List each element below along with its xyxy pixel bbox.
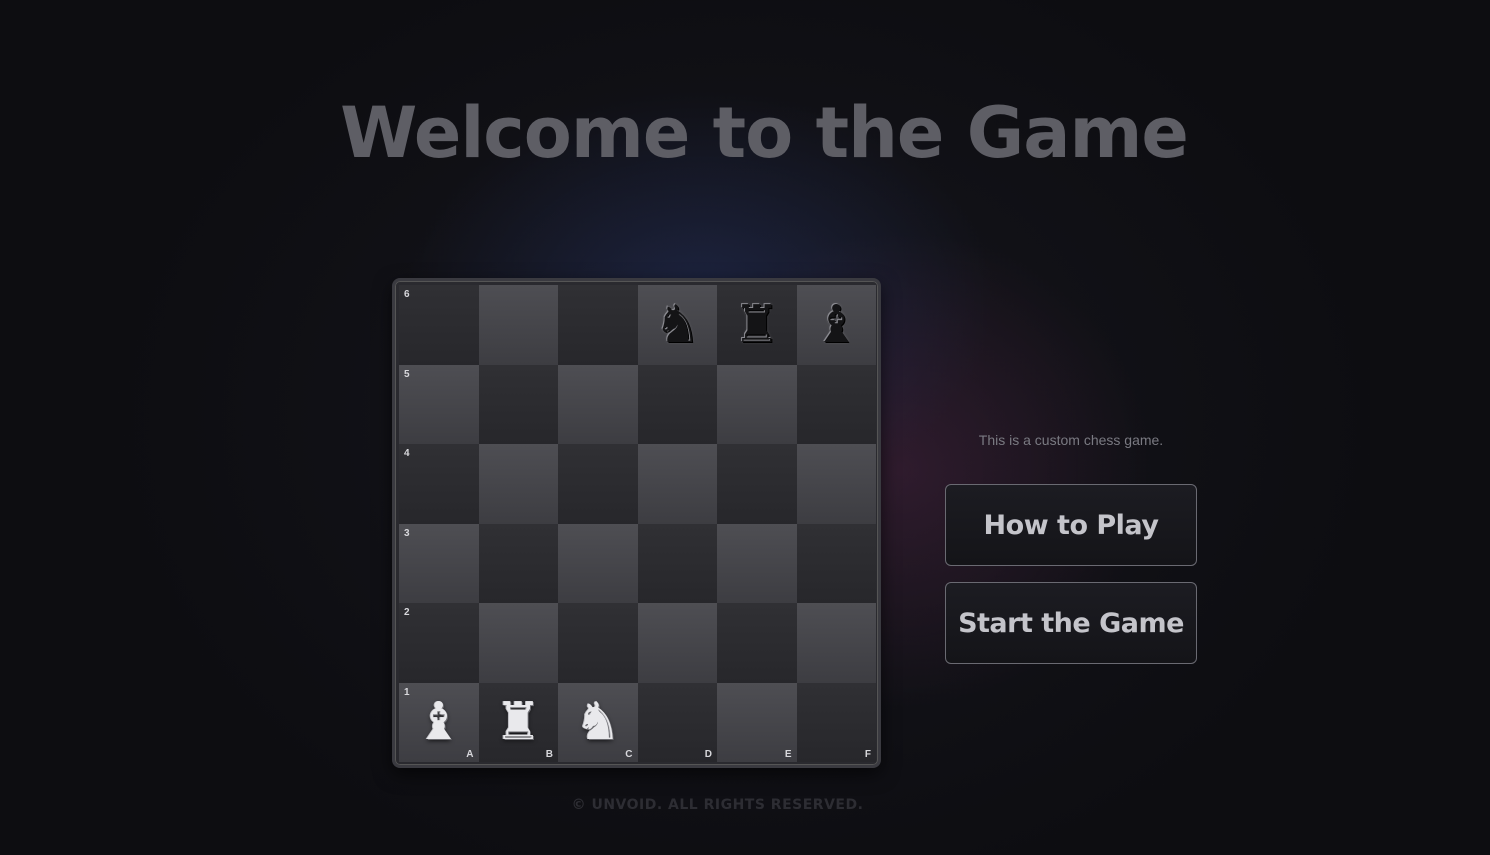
file-label: C xyxy=(625,749,633,760)
page-title: Welcome to the Game xyxy=(340,92,1189,174)
square-c6[interactable] xyxy=(558,285,638,365)
rank-label: 6 xyxy=(404,289,410,300)
square-b6[interactable] xyxy=(478,285,558,365)
square-e1[interactable]: E xyxy=(717,682,797,762)
square-d6[interactable]: ♞ xyxy=(637,285,717,365)
square-d5[interactable] xyxy=(637,364,717,444)
square-e3[interactable] xyxy=(717,523,797,603)
square-d3[interactable] xyxy=(637,523,717,603)
rank-label: 4 xyxy=(404,448,410,459)
file-label: B xyxy=(545,749,553,760)
start-game-button[interactable]: Start the Game xyxy=(945,582,1197,664)
footer-copyright: © UNVOID. ALL RIGHTS RESERVED. xyxy=(571,797,864,813)
square-e6[interactable]: ♜ xyxy=(717,285,797,365)
square-b4[interactable] xyxy=(478,444,558,524)
square-a1[interactable]: 1 A ♝ xyxy=(399,682,479,762)
square-d4[interactable] xyxy=(637,444,717,524)
rank-label: 2 xyxy=(404,607,410,618)
black-knight-icon[interactable]: ♞ xyxy=(654,299,701,351)
square-f2[interactable] xyxy=(796,603,876,683)
square-f3[interactable] xyxy=(796,523,876,603)
square-d1[interactable]: D xyxy=(637,682,717,762)
square-e2[interactable] xyxy=(717,603,797,683)
square-c4[interactable] xyxy=(558,444,638,524)
square-c1[interactable]: C ♞ xyxy=(558,682,638,762)
tagline: This is a custom chess game. xyxy=(978,432,1164,448)
black-rook-icon[interactable]: ♜ xyxy=(733,299,780,351)
rank-label: 5 xyxy=(404,368,410,380)
square-a2[interactable]: 2 xyxy=(399,603,479,683)
chess-board[interactable]: 6 ♞ ♜ ♝ 5 4 3 2 1 A ♝ B ♜ C ♞ D E F xyxy=(399,285,876,762)
square-c5[interactable] xyxy=(558,364,638,444)
square-b3[interactable] xyxy=(478,523,558,603)
square-b1[interactable]: B ♜ xyxy=(478,682,558,762)
white-rook-icon[interactable]: ♜ xyxy=(495,696,542,748)
chess-board-frame: 6 ♞ ♜ ♝ 5 4 3 2 1 A ♝ B ♜ C ♞ D E F xyxy=(392,278,881,768)
square-c3[interactable] xyxy=(558,523,638,603)
file-label: F xyxy=(864,749,871,760)
square-e4[interactable] xyxy=(717,444,797,524)
white-bishop-icon[interactable]: ♝ xyxy=(415,696,462,748)
black-bishop-icon[interactable]: ♝ xyxy=(813,299,860,351)
file-label: D xyxy=(704,749,712,760)
square-f5[interactable] xyxy=(796,364,876,444)
square-c2[interactable] xyxy=(558,603,638,683)
square-f4[interactable] xyxy=(796,444,876,524)
square-a5[interactable]: 5 xyxy=(399,364,479,444)
square-a3[interactable]: 3 xyxy=(399,523,479,603)
file-label: E xyxy=(784,749,792,760)
rank-label: 1 xyxy=(404,686,410,698)
square-a4[interactable]: 4 xyxy=(399,444,479,524)
white-knight-icon[interactable]: ♞ xyxy=(574,696,621,748)
square-e5[interactable] xyxy=(717,364,797,444)
square-b2[interactable] xyxy=(478,603,558,683)
file-label: A xyxy=(466,749,474,760)
square-d2[interactable] xyxy=(637,603,717,683)
square-b5[interactable] xyxy=(478,364,558,444)
square-f6[interactable]: ♝ xyxy=(796,285,876,365)
rank-label: 3 xyxy=(404,527,410,539)
square-f1[interactable]: F xyxy=(796,682,876,762)
how-to-play-button[interactable]: How to Play xyxy=(945,484,1197,566)
square-a6[interactable]: 6 xyxy=(399,285,479,365)
